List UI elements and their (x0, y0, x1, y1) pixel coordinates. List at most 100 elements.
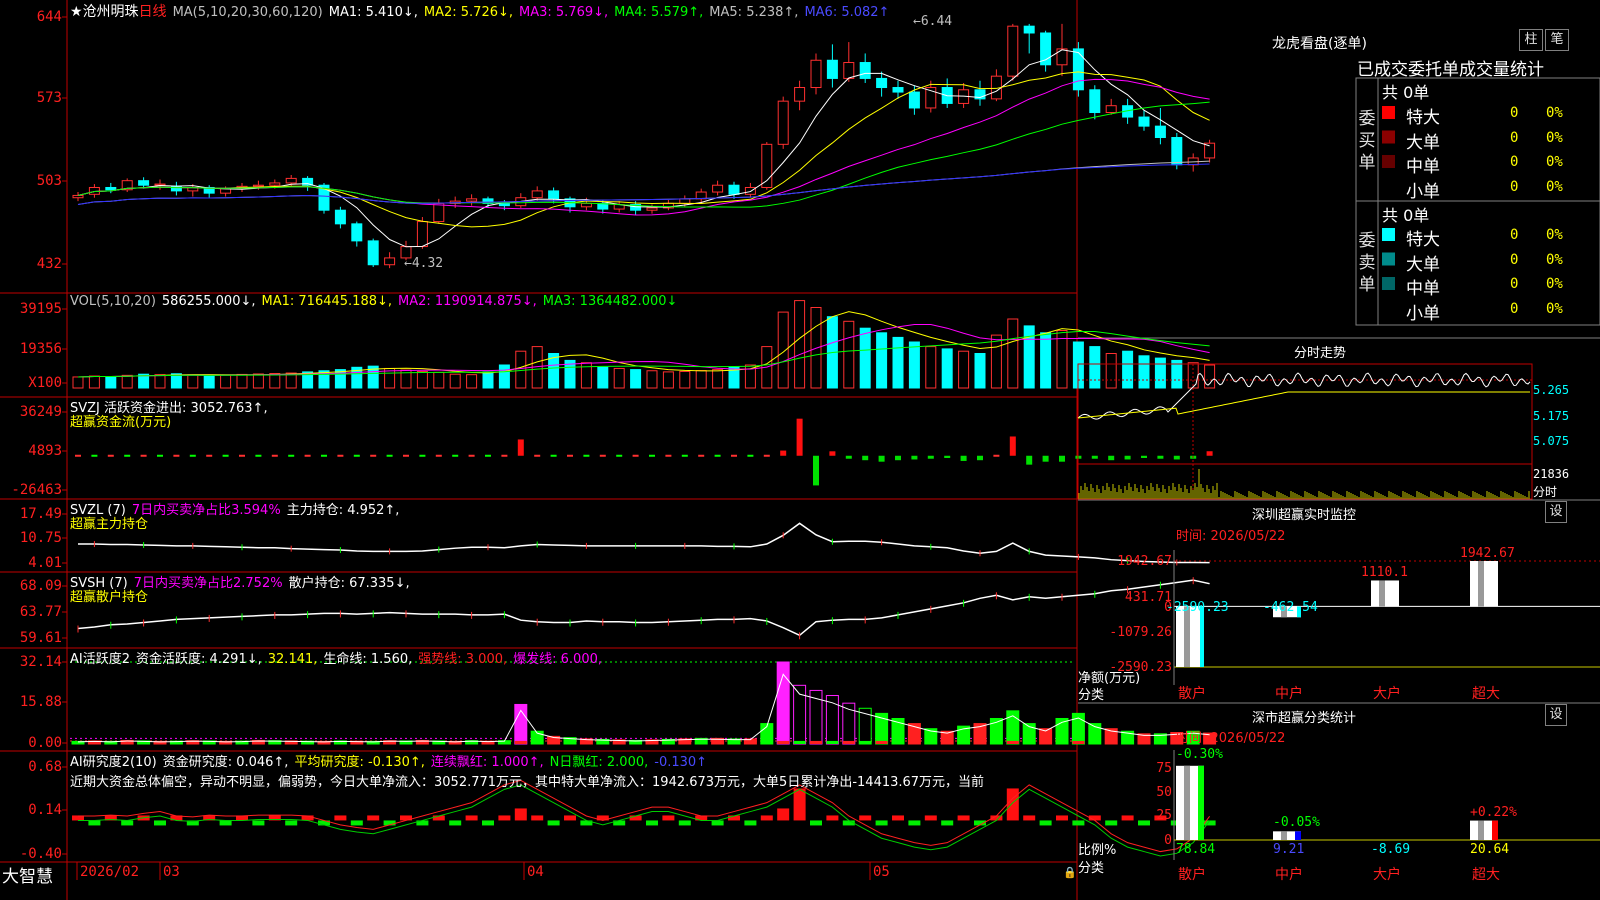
volume-bar (597, 366, 609, 389)
ai2-bar (1006, 788, 1019, 821)
ai2-bar (1056, 815, 1068, 821)
classify-bar-shade (1478, 820, 1484, 840)
volume-bar (154, 374, 166, 389)
ai1-base-bar (662, 740, 675, 744)
ai1-indicator-line: AI活跃度2 资金活跃度: 4.291↓, 32.141, 生命线: 1.560, 强势… (70, 648, 608, 667)
intraday-price-tick: 5.175 (1533, 409, 1570, 423)
volume-bar (876, 332, 888, 389)
y-tick-label: -0.40 (19, 846, 62, 862)
candle-body (646, 207, 658, 211)
volume-bar (88, 375, 100, 389)
ai2-bar (449, 820, 462, 826)
volume-bar (449, 373, 461, 389)
classify-top-label: -0.30% (1176, 747, 1223, 762)
svzj-bar (517, 439, 524, 456)
ai2-bar (1023, 815, 1036, 821)
stock-name[interactable]: 沧州明珠 (83, 4, 139, 20)
ai1-base-bar (924, 740, 937, 744)
ai1-base-bar (941, 740, 954, 744)
svzj-bar (845, 455, 852, 459)
classify-title: 深市超赢分类统计 (1252, 711, 1357, 726)
candle-body (1072, 48, 1084, 91)
candle-body (1138, 116, 1150, 127)
monitor-value-label: -2590.23 (1166, 600, 1229, 615)
monitor-bar-shade (1478, 561, 1484, 607)
indicator-item: N日飘红: 2.000, (549, 755, 649, 770)
classify-top-label: +0.22% (1470, 804, 1517, 820)
candle-body (777, 100, 789, 145)
classify-settings-button[interactable]: 设 (1545, 704, 1567, 726)
tiger-row-count: 0 (1510, 227, 1519, 243)
svzj-bar (1042, 455, 1049, 462)
volume-bar (630, 369, 642, 389)
tiger-row-name: 中单 (1406, 279, 1440, 299)
tiger-row-count: 0 (1510, 276, 1519, 292)
svzj-bar (1059, 455, 1065, 462)
ai1-base-bar (1138, 740, 1150, 744)
classify-y-tick: 25 (1156, 808, 1172, 823)
volume-bar (1023, 325, 1035, 389)
tiger-row-name: 小单 (1406, 303, 1440, 324)
period-label[interactable]: 日线 (139, 4, 167, 20)
ai1-base-bar (859, 740, 872, 744)
ai2-bar (957, 815, 970, 821)
ai1-base-bar (678, 740, 691, 744)
tiger-row-count: 0 (1510, 178, 1519, 195)
ai1-base-bar (695, 740, 708, 744)
lock-icon[interactable]: 🔒 (1063, 866, 1077, 879)
intraday-vol-tick: 21836 (1533, 467, 1570, 481)
y-tick-label: 644 (36, 9, 62, 25)
y-tick-label: 4893 (28, 443, 62, 459)
ai1-base-bar (810, 740, 822, 744)
ai2-bar (514, 808, 527, 821)
stock-terminal-window: ★沧州明珠日线 MA(5,10,20,30,60,120) MA1: 5.410↓,… (0, 0, 1600, 900)
ma-line (77, 163, 1210, 206)
indicator-item: 32.141, (267, 652, 318, 667)
volume-bar (433, 371, 445, 389)
volume-bar (1007, 318, 1019, 389)
favorite-star-icon[interactable]: ★ (70, 4, 83, 20)
tiger-row-pct: 0% (1546, 227, 1563, 243)
candle-body (384, 257, 396, 266)
svzj-bar (1157, 455, 1164, 459)
indicator-item: -0.130↑ (654, 755, 708, 770)
intraday-price-tick: 5.265 (1533, 383, 1570, 397)
tiger-color-swatch (1382, 228, 1395, 241)
monitor-y-tick: -1079.26 (1109, 625, 1172, 640)
svzj-bar (1124, 455, 1131, 460)
volume-bar (941, 348, 953, 389)
ma-line (77, 49, 1210, 248)
classify-value-label: -8.69 (1371, 842, 1411, 857)
monitor-category: 中户 (1275, 686, 1303, 702)
candle-body (367, 240, 379, 266)
ai1-base-bar (1006, 740, 1019, 744)
svsh-subtitle: 超赢散户持仓 (70, 590, 149, 605)
volume-bar (679, 370, 691, 389)
candle-body (794, 87, 806, 102)
tiger-row-pct: 0% (1546, 251, 1563, 268)
svzj-bar (780, 450, 787, 456)
ai1-base-bar (793, 740, 806, 744)
candle-body (334, 209, 346, 225)
ai2-bar (662, 815, 675, 821)
candle-body (466, 198, 478, 202)
bar-mode-button[interactable]: 柱 (1519, 29, 1543, 51)
tick-mode-button[interactable]: 笔 (1545, 29, 1569, 51)
ai2-bar (875, 820, 888, 826)
date-label: 2026/02 (80, 864, 140, 880)
ai1-base-bar (596, 740, 609, 744)
volume-bar (695, 370, 707, 389)
intraday-title: 分时走势 (1294, 346, 1347, 361)
ai1-base-bar (826, 740, 839, 744)
indicator-item: 强势线: 3.000, (418, 652, 508, 667)
svzj-bar (878, 455, 885, 462)
ai2-bar (826, 815, 839, 821)
svzj-subtitle: 超赢资金流(万元) (70, 415, 172, 430)
svzj-bar (1091, 455, 1098, 459)
candle-body (1089, 89, 1101, 114)
tiger-color-swatch (1382, 130, 1395, 144)
candle-body (548, 190, 560, 200)
monitor-settings-button[interactable]: 设 (1545, 501, 1567, 523)
candle-body (1154, 125, 1166, 139)
svzl-line (78, 522, 1210, 564)
